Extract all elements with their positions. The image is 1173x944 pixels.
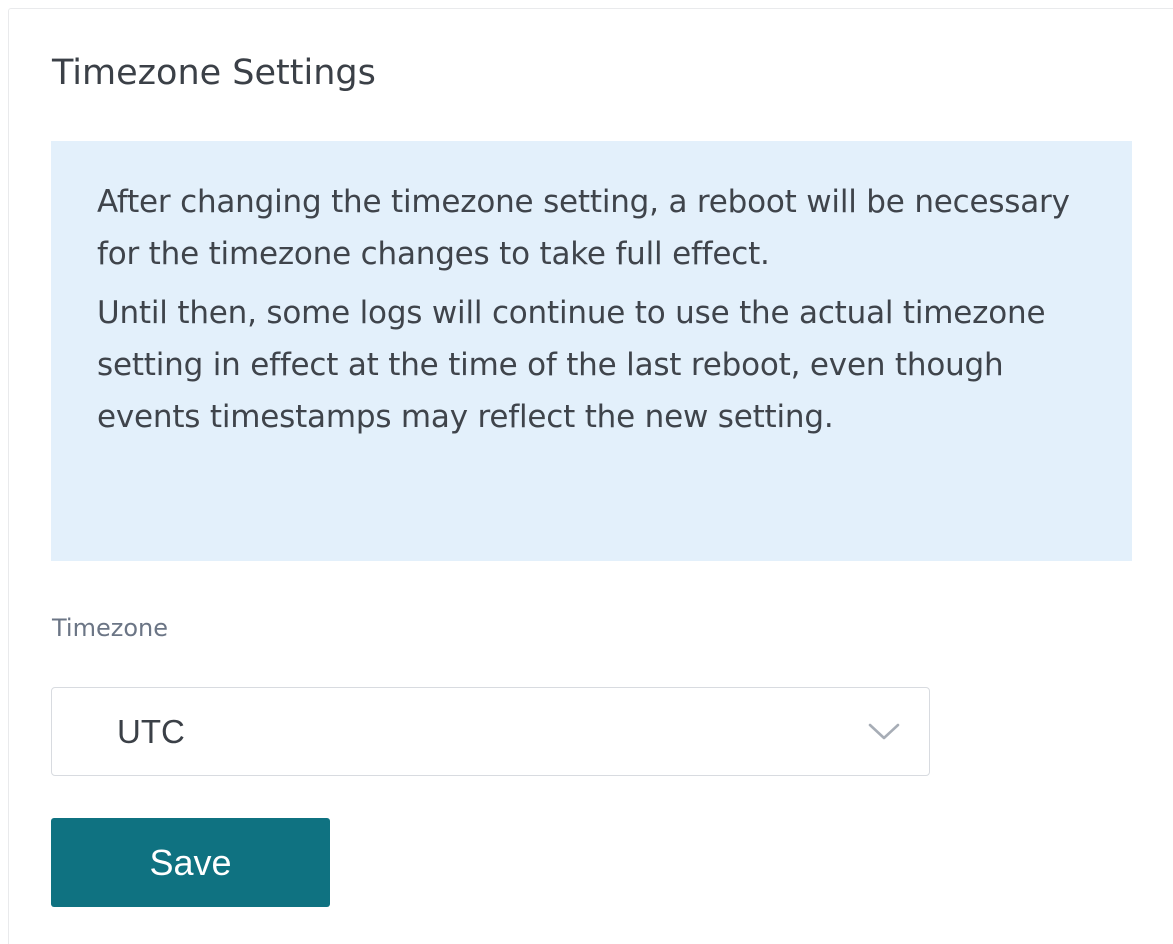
save-button[interactable]: Save (51, 818, 330, 907)
notice-paragraph: After changing the timezone setting, a r… (97, 184, 1070, 272)
timezone-label: Timezone (52, 614, 168, 642)
chevron-down-icon (868, 723, 900, 740)
timezone-select[interactable]: UTC (51, 687, 930, 776)
timezone-selected-value: UTC (117, 713, 185, 750)
page-title: Timezone Settings (52, 53, 376, 93)
reboot-notice: After changing the timezone setting, a r… (51, 141, 1132, 561)
notice-paragraph: Until then, some logs will continue to u… (97, 295, 1046, 435)
